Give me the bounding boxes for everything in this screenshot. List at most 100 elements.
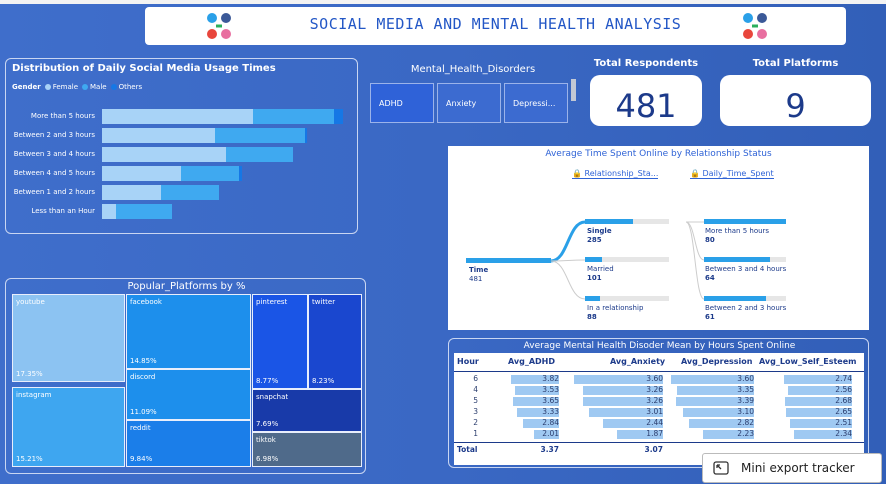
treemap-tile-pinterest[interactable]: pinterest 8.77%	[252, 294, 308, 389]
usage-bar-segment[interactable]	[180, 166, 240, 181]
connector-time-single	[550, 220, 586, 263]
treemap-tile-facebook[interactable]: facebook 14.85%	[126, 294, 251, 369]
root-node-name: Time	[469, 266, 489, 274]
table-row[interactable]: 2 2.84 2.44 2.82 2.51	[454, 418, 864, 429]
table-row[interactable]: 6 3.82 3.60 3.60 2.74	[454, 374, 864, 385]
kpi-respondents-value: 481	[615, 87, 677, 125]
disorder-table-panel: Average Mental Health Disoder Mean by Ho…	[448, 338, 869, 468]
slicer-option-anxiety[interactable]: Anxiety	[437, 83, 501, 123]
treemap-tile-snapchat[interactable]: snapchat 7.69%	[252, 389, 362, 432]
relationship-node-bar[interactable]	[585, 219, 633, 224]
usage-bar-segment[interactable]	[115, 204, 172, 219]
mini-export-tracker-popup[interactable]: Mini export tracker	[702, 453, 882, 483]
total-divider	[454, 442, 864, 443]
time-node-value: 64	[705, 274, 715, 282]
table-cell: 5	[473, 396, 478, 405]
slicer-option-adhd[interactable]: ADHD	[370, 83, 434, 123]
treemap-tile-youtube[interactable]: youtube 17.35%	[12, 294, 125, 382]
relationship-node-label: Married 101	[587, 265, 614, 283]
slicer-option-depression[interactable]: Depressi...	[504, 83, 568, 123]
table-row[interactable]: 1 2.01 1.87 2.23 2.34	[454, 429, 864, 440]
usage-bar-segment[interactable]	[225, 147, 294, 162]
kpi-platforms-value: 9	[785, 87, 806, 125]
table-column-header[interactable]: Avg_Depression	[681, 357, 752, 366]
usage-chart-title: Distribution of Daily Social Media Usage…	[12, 63, 276, 74]
relationship-node-value: 88	[587, 313, 597, 321]
treemap-tile-name: youtube	[16, 298, 45, 306]
table-cell: 2.51	[835, 418, 852, 427]
legend-item-male[interactable]: Male	[82, 83, 107, 91]
usage-bar-segment[interactable]	[102, 185, 161, 200]
treemap-tile-value: 8.23%	[312, 377, 335, 385]
usage-category-label: Between 3 and 4 hours	[13, 150, 95, 158]
treemap-tile-reddit[interactable]: reddit 9.84%	[126, 420, 251, 467]
usage-bar-segment[interactable]	[160, 185, 219, 200]
table-title: Average Mental Health Disoder Mean by Ho…	[523, 341, 796, 351]
table-column-header[interactable]: Avg_Low_Self_Esteem	[759, 357, 856, 366]
treemap-tile-value: 8.77%	[256, 377, 279, 385]
time-node-bar[interactable]	[704, 257, 770, 262]
table-cell: 6	[473, 374, 478, 383]
table-cell: 3.26	[646, 385, 663, 394]
treemap-title: Popular_Platforms by %	[127, 281, 246, 292]
legend-item-label: Others	[118, 83, 143, 91]
usage-bar-segment[interactable]	[304, 128, 307, 143]
usage-bar-segment[interactable]	[102, 204, 116, 219]
legend-item-female[interactable]: Female	[44, 83, 78, 91]
table-total-cell: 3.07	[644, 445, 663, 454]
usage-bar-segment[interactable]	[102, 128, 215, 143]
relationship-node-bar[interactable]	[585, 296, 601, 301]
usage-bar-segment[interactable]	[239, 166, 242, 181]
time-node-bar[interactable]	[704, 219, 786, 224]
table-column-header[interactable]: Avg_ADHD	[508, 357, 555, 366]
usage-bar-segment[interactable]	[102, 166, 181, 181]
treemap-tile-name: tiktok	[256, 436, 276, 444]
usage-bar-segment[interactable]	[214, 128, 305, 143]
kpi-respondents-title: Total Respondents	[593, 58, 699, 69]
table-cell: 3.82	[542, 374, 559, 383]
time-node-bar[interactable]	[704, 296, 767, 301]
time-node-name: More than 5 hours	[705, 227, 770, 235]
table-column-header[interactable]: Avg_Anxiety	[610, 357, 665, 366]
legend-item-others[interactable]: Others	[110, 83, 143, 91]
export-tracker-icon	[713, 461, 729, 475]
legend-item-label: Female	[52, 83, 78, 91]
root-node-bar[interactable]	[466, 258, 551, 263]
usage-bar-segment[interactable]	[102, 147, 226, 162]
table-cell: 2.65	[835, 407, 852, 416]
table-cell: 3.60	[737, 374, 754, 383]
root-node-value: 481	[469, 275, 483, 283]
time-node-value: 61	[705, 313, 715, 321]
table-row[interactable]: 4 3.53 3.26 3.35 2.56	[454, 385, 864, 396]
table-cell: 2.44	[646, 418, 663, 427]
window-top-strip	[0, 0, 886, 4]
treemap-tile-value: 17.35%	[16, 370, 43, 378]
usage-bar-segment[interactable]	[252, 109, 334, 124]
treemap-tile-instagram[interactable]: instagram 15.21%	[12, 387, 125, 467]
kpi-respondents-card: 481	[590, 75, 702, 126]
usage-chart-panel: Distribution of Daily Social Media Usage…	[5, 58, 358, 234]
table-cell: 2.68	[835, 396, 852, 405]
usage-bar-segment[interactable]	[102, 109, 253, 124]
table-row[interactable]: 5 3.65 3.26 3.39 2.68	[454, 396, 864, 407]
table-cell: 2.23	[737, 429, 754, 438]
treemap-tile-twitter[interactable]: twitter 8.23%	[308, 294, 362, 389]
treemap-tile-name: reddit	[130, 424, 151, 432]
platforms-treemap-panel: Popular_Platforms by % youtube 17.35% inst…	[5, 278, 366, 474]
usage-bar-segment[interactable]	[333, 109, 343, 124]
kpi-platforms-card: 9	[720, 75, 871, 126]
treemap-tile-discord[interactable]: discord 11.09%	[126, 369, 251, 420]
legend-dot-icon	[44, 84, 51, 90]
table-column-header[interactable]: Hour	[457, 357, 479, 366]
slicer-scrollbar[interactable]	[571, 79, 576, 101]
relationship-node-bar[interactable]	[585, 257, 602, 262]
legend-dot-icon	[110, 84, 117, 90]
treemap-tile-value: 11.09%	[130, 408, 157, 416]
treemap-tile-name: facebook	[130, 298, 162, 306]
popup-label: Mini export tracker	[741, 461, 855, 475]
table-row[interactable]: 3 3.33 3.01 3.10 2.65	[454, 407, 864, 418]
title-bar: SOCIAL MEDIA AND MENTAL HEALTH ANALYSIS	[145, 7, 846, 45]
connector-single-2h	[685, 221, 705, 300]
table-cell: 3.01	[646, 407, 663, 416]
treemap-tile-tiktok[interactable]: tiktok 6.98%	[252, 432, 362, 467]
